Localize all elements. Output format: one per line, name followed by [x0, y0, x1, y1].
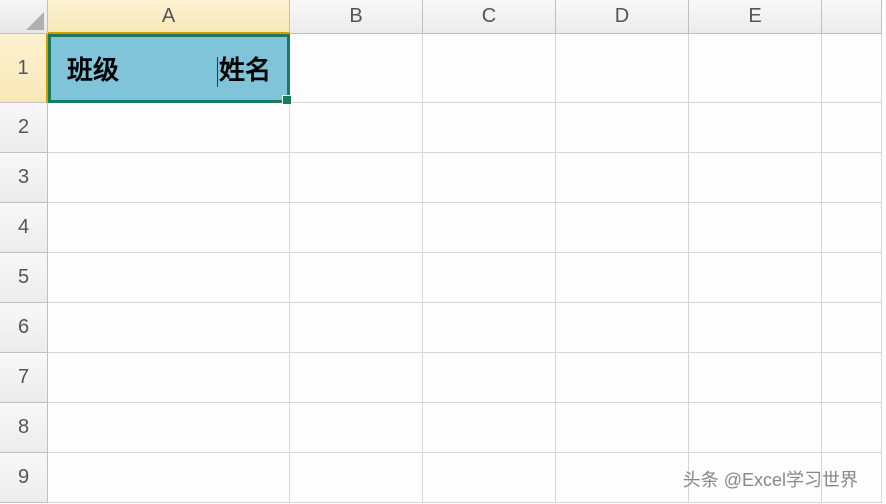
cell-f6[interactable]: [822, 303, 882, 353]
cell-a5[interactable]: [48, 253, 290, 303]
text-cursor: [217, 57, 218, 87]
cell-d6[interactable]: [556, 303, 689, 353]
cell-e3[interactable]: [689, 153, 822, 203]
cell-a2[interactable]: [48, 103, 290, 153]
cell-b1[interactable]: [290, 34, 423, 103]
cell-f1[interactable]: [822, 34, 882, 103]
cell-c9[interactable]: [423, 453, 556, 503]
cell-d9[interactable]: [556, 453, 689, 503]
column-header-overflow[interactable]: [822, 0, 882, 34]
cell-d8[interactable]: [556, 403, 689, 453]
cell-a1[interactable]: 班级 姓名: [48, 34, 290, 103]
cell-f4[interactable]: [822, 203, 882, 253]
cell-b2[interactable]: [290, 103, 423, 153]
column-header-a[interactable]: A: [48, 0, 290, 34]
cell-b9[interactable]: [290, 453, 423, 503]
column-header-b[interactable]: B: [290, 0, 423, 34]
cell-c3[interactable]: [423, 153, 556, 203]
cell-c5[interactable]: [423, 253, 556, 303]
cell-c6[interactable]: [423, 303, 556, 353]
cell-e4[interactable]: [689, 203, 822, 253]
cell-b6[interactable]: [290, 303, 423, 353]
cell-f7[interactable]: [822, 353, 882, 403]
row-header-8[interactable]: 8: [0, 403, 48, 453]
cell-d7[interactable]: [556, 353, 689, 403]
cell-c7[interactable]: [423, 353, 556, 403]
cell-a9[interactable]: [48, 453, 290, 503]
watermark-text: 头条 @Excel学习世界: [683, 466, 858, 492]
cell-d1[interactable]: [556, 34, 689, 103]
cell-b3[interactable]: [290, 153, 423, 203]
cell-f2[interactable]: [822, 103, 882, 153]
row-header-3[interactable]: 3: [0, 153, 48, 203]
cell-a4[interactable]: [48, 203, 290, 253]
cell-f3[interactable]: [822, 153, 882, 203]
column-header-c[interactable]: C: [423, 0, 556, 34]
cell-c4[interactable]: [423, 203, 556, 253]
cell-b4[interactable]: [290, 203, 423, 253]
column-header-d[interactable]: D: [556, 0, 689, 34]
cell-d5[interactable]: [556, 253, 689, 303]
row-header-4[interactable]: 4: [0, 203, 48, 253]
cell-d2[interactable]: [556, 103, 689, 153]
cell-f8[interactable]: [822, 403, 882, 453]
cell-b7[interactable]: [290, 353, 423, 403]
cell-f5[interactable]: [822, 253, 882, 303]
select-all-corner[interactable]: [0, 0, 48, 34]
row-header-2[interactable]: 2: [0, 103, 48, 153]
cell-e1[interactable]: [689, 34, 822, 103]
cell-e8[interactable]: [689, 403, 822, 453]
row-header-1[interactable]: 1: [0, 34, 48, 103]
spreadsheet-grid: A B C D E 1 班级 姓名 2 3 4 5 6 7: [0, 0, 886, 503]
cell-d3[interactable]: [556, 153, 689, 203]
cell-b8[interactable]: [290, 403, 423, 453]
cell-a7[interactable]: [48, 353, 290, 403]
cell-e7[interactable]: [689, 353, 822, 403]
row-header-5[interactable]: 5: [0, 253, 48, 303]
cell-e5[interactable]: [689, 253, 822, 303]
cell-a8[interactable]: [48, 403, 290, 453]
cell-e2[interactable]: [689, 103, 822, 153]
cell-a3[interactable]: [48, 153, 290, 203]
row-header-9[interactable]: 9: [0, 453, 48, 503]
cell-d4[interactable]: [556, 203, 689, 253]
cell-c8[interactable]: [423, 403, 556, 453]
cell-c1[interactable]: [423, 34, 556, 103]
row-header-6[interactable]: 6: [0, 303, 48, 353]
row-header-7[interactable]: 7: [0, 353, 48, 403]
cell-c2[interactable]: [423, 103, 556, 153]
cell-a1-text-right: 姓名: [219, 50, 271, 87]
cell-e6[interactable]: [689, 303, 822, 353]
cell-a6[interactable]: [48, 303, 290, 353]
column-header-e[interactable]: E: [689, 0, 822, 34]
cell-b5[interactable]: [290, 253, 423, 303]
cell-a1-text-left: 班级: [67, 50, 119, 87]
